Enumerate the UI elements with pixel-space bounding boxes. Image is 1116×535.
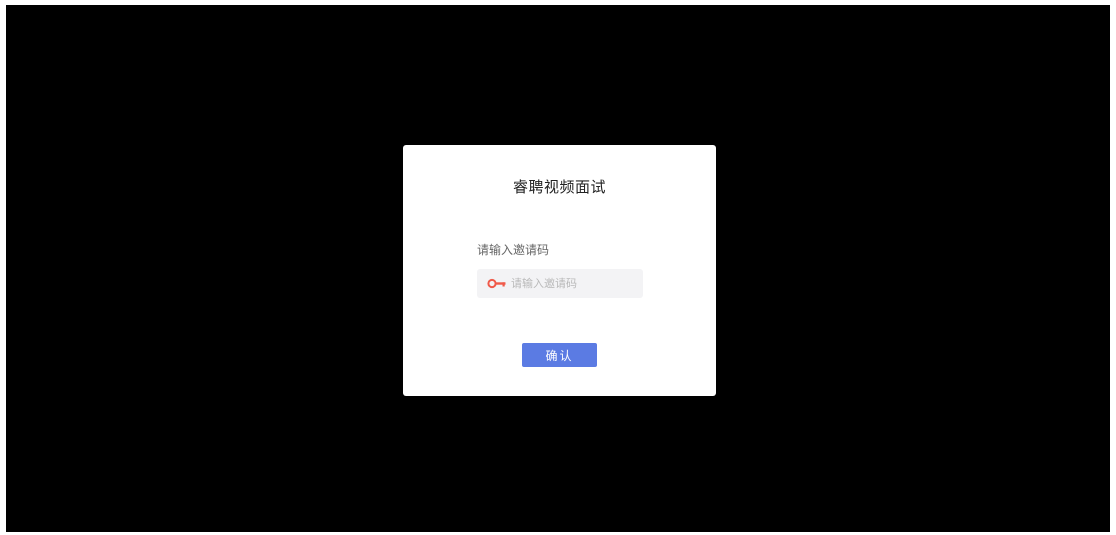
dialog-title: 睿聘视频面试 <box>512 178 606 196</box>
overlay-backdrop: 睿聘视频面试 请输入邀请码 确认 <box>6 5 1110 532</box>
key-icon <box>487 278 506 289</box>
invite-code-dialog: 睿聘视频面试 请输入邀请码 确认 <box>403 145 716 396</box>
invite-code-input[interactable] <box>509 269 641 298</box>
invite-code-label: 请输入邀请码 <box>477 243 550 257</box>
invite-code-field[interactable] <box>477 269 643 298</box>
confirm-button[interactable]: 确认 <box>522 343 597 367</box>
